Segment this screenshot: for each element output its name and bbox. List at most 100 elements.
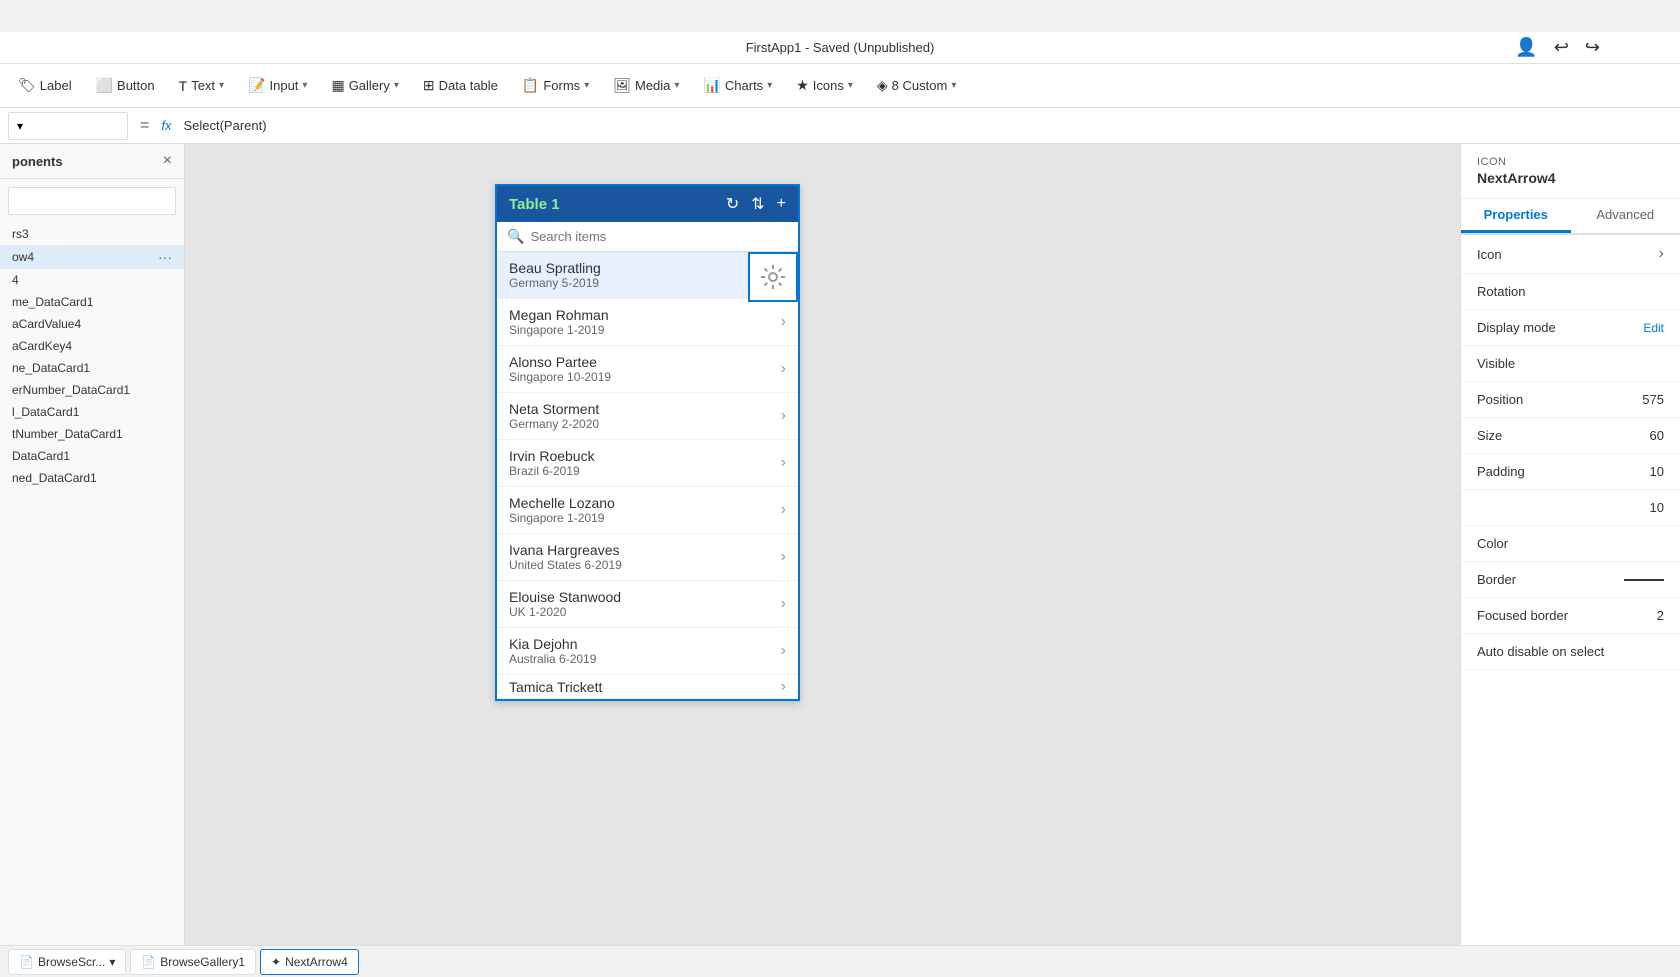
- undo-icon[interactable]: ↩: [1554, 37, 1569, 58]
- forms-icon: 📋: [522, 77, 539, 94]
- table-row[interactable]: Irvin Roebuck Brazil 6-2019 ›: [497, 440, 798, 487]
- list-item[interactable]: ned_DataCard1: [0, 467, 184, 489]
- tab-advanced[interactable]: Advanced: [1571, 199, 1680, 233]
- nextarrow-icon: ✦: [271, 955, 281, 969]
- toolbar-forms[interactable]: 📋 Forms ▾: [512, 73, 599, 98]
- padding-value[interactable]: 10: [1650, 464, 1664, 479]
- prop-border: Border: [1461, 562, 1680, 598]
- prop-auto-disable: Auto disable on select: [1461, 634, 1680, 670]
- border-line: [1624, 579, 1664, 581]
- toolbar-text[interactable]: T Text ▾: [169, 74, 234, 98]
- title-bar: FirstApp1 - Saved (Unpublished) 👤 ↩ ↪: [0, 32, 1680, 64]
- icons-arrow: ▾: [848, 80, 853, 91]
- list-item[interactable]: l_DataCard1: [0, 401, 184, 423]
- table-title: Table 1: [509, 196, 726, 213]
- row-arrow-icon: ›: [781, 501, 786, 519]
- table-row[interactable]: Beau Spratling Germany 5-2019: [497, 252, 798, 299]
- table-row[interactable]: Neta Storment Germany 2-2020 ›: [497, 393, 798, 440]
- table-row[interactable]: Megan Rohman Singapore 1-2019 ›: [497, 299, 798, 346]
- padding2-value[interactable]: 10: [1650, 500, 1664, 515]
- list-item[interactable]: me_DataCard1: [0, 291, 184, 313]
- search-input[interactable]: [530, 229, 788, 244]
- list-item[interactable]: ne_DataCard1: [0, 357, 184, 379]
- icons-icon: ★: [796, 77, 809, 94]
- search-icon: 🔍: [507, 228, 524, 245]
- table-row[interactable]: Ivana Hargreaves United States 6-2019 ›: [497, 534, 798, 581]
- table-row[interactable]: Elouise Stanwood UK 1-2020 ›: [497, 581, 798, 628]
- list-item[interactable]: rs3: [0, 223, 184, 245]
- gallery-arrow: ▾: [394, 80, 399, 91]
- list-item[interactable]: aCardValue4: [0, 313, 184, 335]
- button-icon: ⬜: [96, 77, 113, 94]
- add-icon[interactable]: +: [777, 195, 786, 213]
- refresh-icon[interactable]: ↻: [726, 194, 739, 214]
- table-row[interactable]: Alonso Partee Singapore 10-2019 ›: [497, 346, 798, 393]
- table-row[interactable]: Kia Dejohn Australia 6-2019 ›: [497, 628, 798, 675]
- toolbar: 🏷 Label ⬜ Button T Text ▾ 📝 Input ▾ ▦ Ga…: [0, 64, 1680, 108]
- sort-icon[interactable]: ⇅: [751, 194, 764, 214]
- list-item[interactable]: ow4 ···: [0, 245, 184, 269]
- gear-svg: [759, 263, 787, 291]
- toolbar-datatable[interactable]: ⊞ Data table: [413, 73, 508, 98]
- icon-value: NextArrow4: [1477, 170, 1664, 186]
- app-title: FirstApp1 - Saved (Unpublished): [746, 40, 935, 55]
- list-item[interactable]: erNumber_DataCard1: [0, 379, 184, 401]
- row-arrow-icon: ›: [781, 642, 786, 660]
- table-header-icons: ↻ ⇅ +: [726, 194, 786, 214]
- row-arrow-icon: ›: [781, 360, 786, 378]
- tab-nextarrow[interactable]: ✦ NextArrow4: [260, 949, 359, 975]
- prop-padding2: 10: [1461, 490, 1680, 526]
- item-options[interactable]: ···: [158, 249, 172, 265]
- table-widget-header: Table 1 ↻ ⇅ +: [497, 186, 798, 222]
- prop-visible: Visible: [1461, 346, 1680, 382]
- focused-border-value[interactable]: 2: [1657, 608, 1664, 623]
- browsescreen-icon: 📄: [19, 955, 34, 969]
- redo-icon[interactable]: ↪: [1585, 37, 1600, 58]
- table-row[interactable]: Mechelle Lozano Singapore 1-2019 ›: [497, 487, 798, 534]
- dropdown-arrow[interactable]: ▾: [109, 955, 115, 969]
- displaymode-value[interactable]: Edit: [1643, 321, 1664, 335]
- size-value[interactable]: 60: [1650, 428, 1664, 443]
- table-row[interactable]: Tamica Trickett ›: [497, 675, 798, 699]
- list-item[interactable]: aCardKey4: [0, 335, 184, 357]
- account-icon[interactable]: 👤: [1515, 37, 1537, 58]
- left-panel-title: ponents: [12, 154, 63, 169]
- list-item[interactable]: DataCard1: [0, 445, 184, 467]
- toolbar-icons[interactable]: ★ Icons ▾: [786, 73, 863, 98]
- text-arrow: ▾: [219, 80, 224, 91]
- toolbar-custom[interactable]: ◈ 8 Custom ▾: [867, 73, 966, 98]
- selector-chevron: ▾: [17, 119, 23, 133]
- media-arrow: ▾: [674, 80, 679, 91]
- close-panel-button[interactable]: ×: [163, 152, 172, 170]
- toolbar-charts[interactable]: 📊 Charts ▾: [693, 73, 782, 98]
- row-arrow-icon: ›: [781, 407, 786, 425]
- component-selector[interactable]: ▾: [8, 112, 128, 140]
- label-icon: 🏷: [18, 77, 36, 94]
- toolbar-gallery[interactable]: ▦ Gallery ▾: [321, 73, 408, 98]
- prop-icon-arrow[interactable]: ›: [1659, 245, 1664, 263]
- text-icon: T: [179, 78, 188, 94]
- left-panel-search[interactable]: [8, 187, 176, 215]
- position-value[interactable]: 575: [1642, 392, 1664, 407]
- charts-arrow: ▾: [767, 80, 772, 91]
- prop-focused-border: Focused border 2: [1461, 598, 1680, 634]
- list-item[interactable]: tNumber_DataCard1: [0, 423, 184, 445]
- formula-content[interactable]: Select(Parent): [183, 118, 266, 133]
- toolbar-media[interactable]: 🖼 Media ▾: [603, 73, 689, 98]
- list-item[interactable]: 4: [0, 269, 184, 291]
- toolbar-label[interactable]: 🏷 Label: [8, 73, 82, 98]
- toolbar-input[interactable]: 📝 Input ▾: [238, 73, 317, 98]
- table-search: 🔍: [497, 222, 798, 252]
- next-arrow-icon[interactable]: [748, 252, 798, 302]
- tab-properties[interactable]: Properties: [1461, 199, 1571, 233]
- custom-icon: ◈: [877, 77, 888, 94]
- tab-browsescreen[interactable]: 📄 BrowseScr... ▾: [8, 949, 126, 975]
- toolbar-button[interactable]: ⬜ Button: [86, 73, 165, 98]
- row-arrow-icon: ›: [781, 548, 786, 566]
- tab-browsegallery[interactable]: 📄 BrowseGallery1: [130, 949, 256, 975]
- canvas-area[interactable]: Table 1 ↻ ⇅ + 🔍 Beau Spratling Germany 5…: [185, 144, 1460, 945]
- left-panel: ponents × rs3 ow4 ··· 4 me_DataCard1 aCa…: [0, 144, 185, 945]
- media-icon: 🖼: [613, 77, 631, 94]
- right-panel: ICON NextArrow4 Properties Advanced Icon…: [1460, 144, 1680, 945]
- formula-bar: ▾ = fx Select(Parent): [0, 108, 1680, 144]
